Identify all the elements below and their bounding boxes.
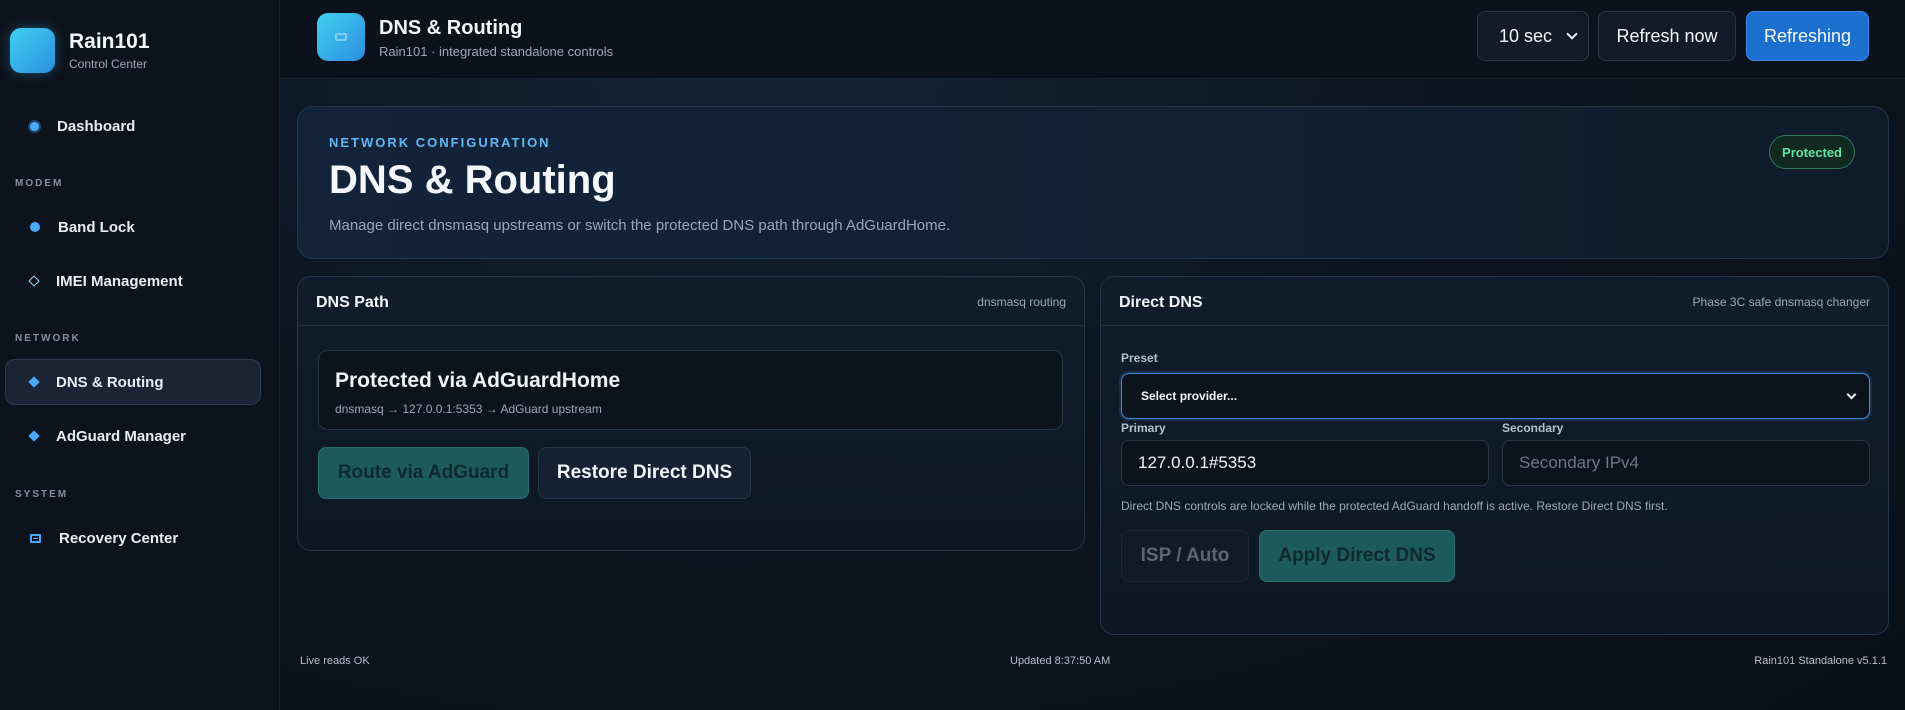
dot-icon <box>30 121 39 131</box>
sidebar-item-label: AdGuard Manager <box>56 427 187 445</box>
preset-select[interactable]: Select provider... <box>1121 373 1870 419</box>
sidebar-section-system: SYSTEM <box>15 489 69 500</box>
brand-logo-icon <box>10 28 55 73</box>
topbar: DNS & Routing Rain101 · integrated stand… <box>280 0 1905 79</box>
page-title: DNS & Routing <box>379 17 523 39</box>
primary-dns-input[interactable]: 127.0.0.1#5353 <box>1121 440 1489 486</box>
isp-auto-button[interactable]: ISP / Auto <box>1121 530 1249 582</box>
route-via-adguard-button[interactable]: Route via AdGuard <box>318 447 529 499</box>
sidebar-item-adguard-manager[interactable]: AdGuard Manager <box>5 413 261 459</box>
brand: Rain101 Control Center <box>10 28 150 73</box>
secondary-dns-input[interactable]: Secondary IPv4 <box>1502 440 1870 486</box>
lock-note: Direct DNS controls are locked while the… <box>1121 499 1668 513</box>
window-icon <box>30 533 41 543</box>
chevron-down-icon <box>1846 389 1857 399</box>
dns-path-status-title: Protected via AdGuardHome <box>335 369 621 392</box>
hero-eyebrow: NETWORK CONFIGURATION <box>329 135 551 150</box>
card-title: DNS Path <box>316 294 389 311</box>
sidebar: Rain101 Control Center Dashboard MODEM B… <box>0 0 280 710</box>
card-title: Direct DNS <box>1119 294 1203 311</box>
sidebar-item-label: Dashboard <box>57 117 136 135</box>
main-content: NETWORK CONFIGURATION DNS & Routing Mana… <box>280 79 1905 710</box>
hero-panel: NETWORK CONFIGURATION DNS & Routing Mana… <box>297 106 1889 259</box>
sidebar-item-label: DNS & Routing <box>56 373 164 391</box>
diamond-icon <box>28 430 40 442</box>
card-header: Direct DNS Phase 3C safe dnsmasq changer <box>1101 277 1888 326</box>
preset-select-value: Select provider... <box>1141 389 1238 403</box>
info-icon <box>30 222 40 232</box>
refresh-interval-value: 10 sec <box>1499 25 1553 46</box>
sidebar-item-label: IMEI Management <box>56 272 183 290</box>
preset-label: Preset <box>1121 351 1158 365</box>
sidebar-item-dns-routing[interactable]: DNS & Routing <box>5 359 261 405</box>
direct-dns-card: Direct DNS Phase 3C safe dnsmasq changer… <box>1100 276 1889 635</box>
sidebar-item-recovery-center[interactable]: Recovery Center <box>5 515 261 561</box>
status-badge: Protected <box>1769 135 1855 169</box>
refreshing-button[interactable]: Refreshing <box>1746 11 1869 61</box>
sidebar-item-label: Recovery Center <box>59 529 179 547</box>
sidebar-item-band-lock[interactable]: Band Lock <box>5 204 261 250</box>
sidebar-item-label: Band Lock <box>58 218 135 236</box>
footer-updated: Updated 8:37:50 AM <box>1010 655 1111 667</box>
dns-path-status: Protected via AdGuardHome dnsmasq → 127.… <box>318 350 1063 430</box>
page-subtitle: Rain101 · integrated standalone controls <box>379 44 614 59</box>
hero-title: DNS & Routing <box>329 158 616 202</box>
apply-direct-dns-button[interactable]: Apply Direct DNS <box>1259 530 1455 582</box>
primary-label: Primary <box>1121 421 1166 435</box>
dns-path-card: DNS Path dnsmasq routing Protected via A… <box>297 276 1085 551</box>
sidebar-section-network: NETWORK <box>15 333 81 344</box>
secondary-label: Secondary <box>1502 421 1564 435</box>
dns-path-status-detail: dnsmasq → 127.0.0.1:5353 → AdGuard upstr… <box>335 402 602 416</box>
footer-version: Rain101 Standalone v5.1.1 <box>1754 655 1887 667</box>
brand-subtitle: Control Center <box>69 57 148 71</box>
chevron-down-icon <box>1566 28 1578 40</box>
refresh-interval-select[interactable]: 10 sec <box>1477 11 1589 61</box>
footer-status: Live reads OK <box>300 655 370 667</box>
diamond-outline-icon <box>28 275 40 287</box>
card-header: DNS Path dnsmasq routing <box>298 277 1084 326</box>
card-meta: Phase 3C safe dnsmasq changer <box>1692 295 1870 309</box>
restore-direct-dns-button[interactable]: Restore Direct DNS <box>538 447 751 499</box>
sidebar-item-dashboard[interactable]: Dashboard <box>5 103 261 149</box>
page-logo-icon <box>317 13 365 61</box>
brand-title: Rain101 <box>69 30 150 53</box>
refresh-now-button[interactable]: Refresh now <box>1598 11 1736 61</box>
hero-description: Manage direct dnsmasq upstreams or switc… <box>329 217 951 234</box>
sidebar-item-imei-management[interactable]: IMEI Management <box>5 258 261 304</box>
card-meta: dnsmasq routing <box>977 295 1066 309</box>
sidebar-section-modem: MODEM <box>15 178 64 189</box>
diamond-icon <box>28 376 40 388</box>
